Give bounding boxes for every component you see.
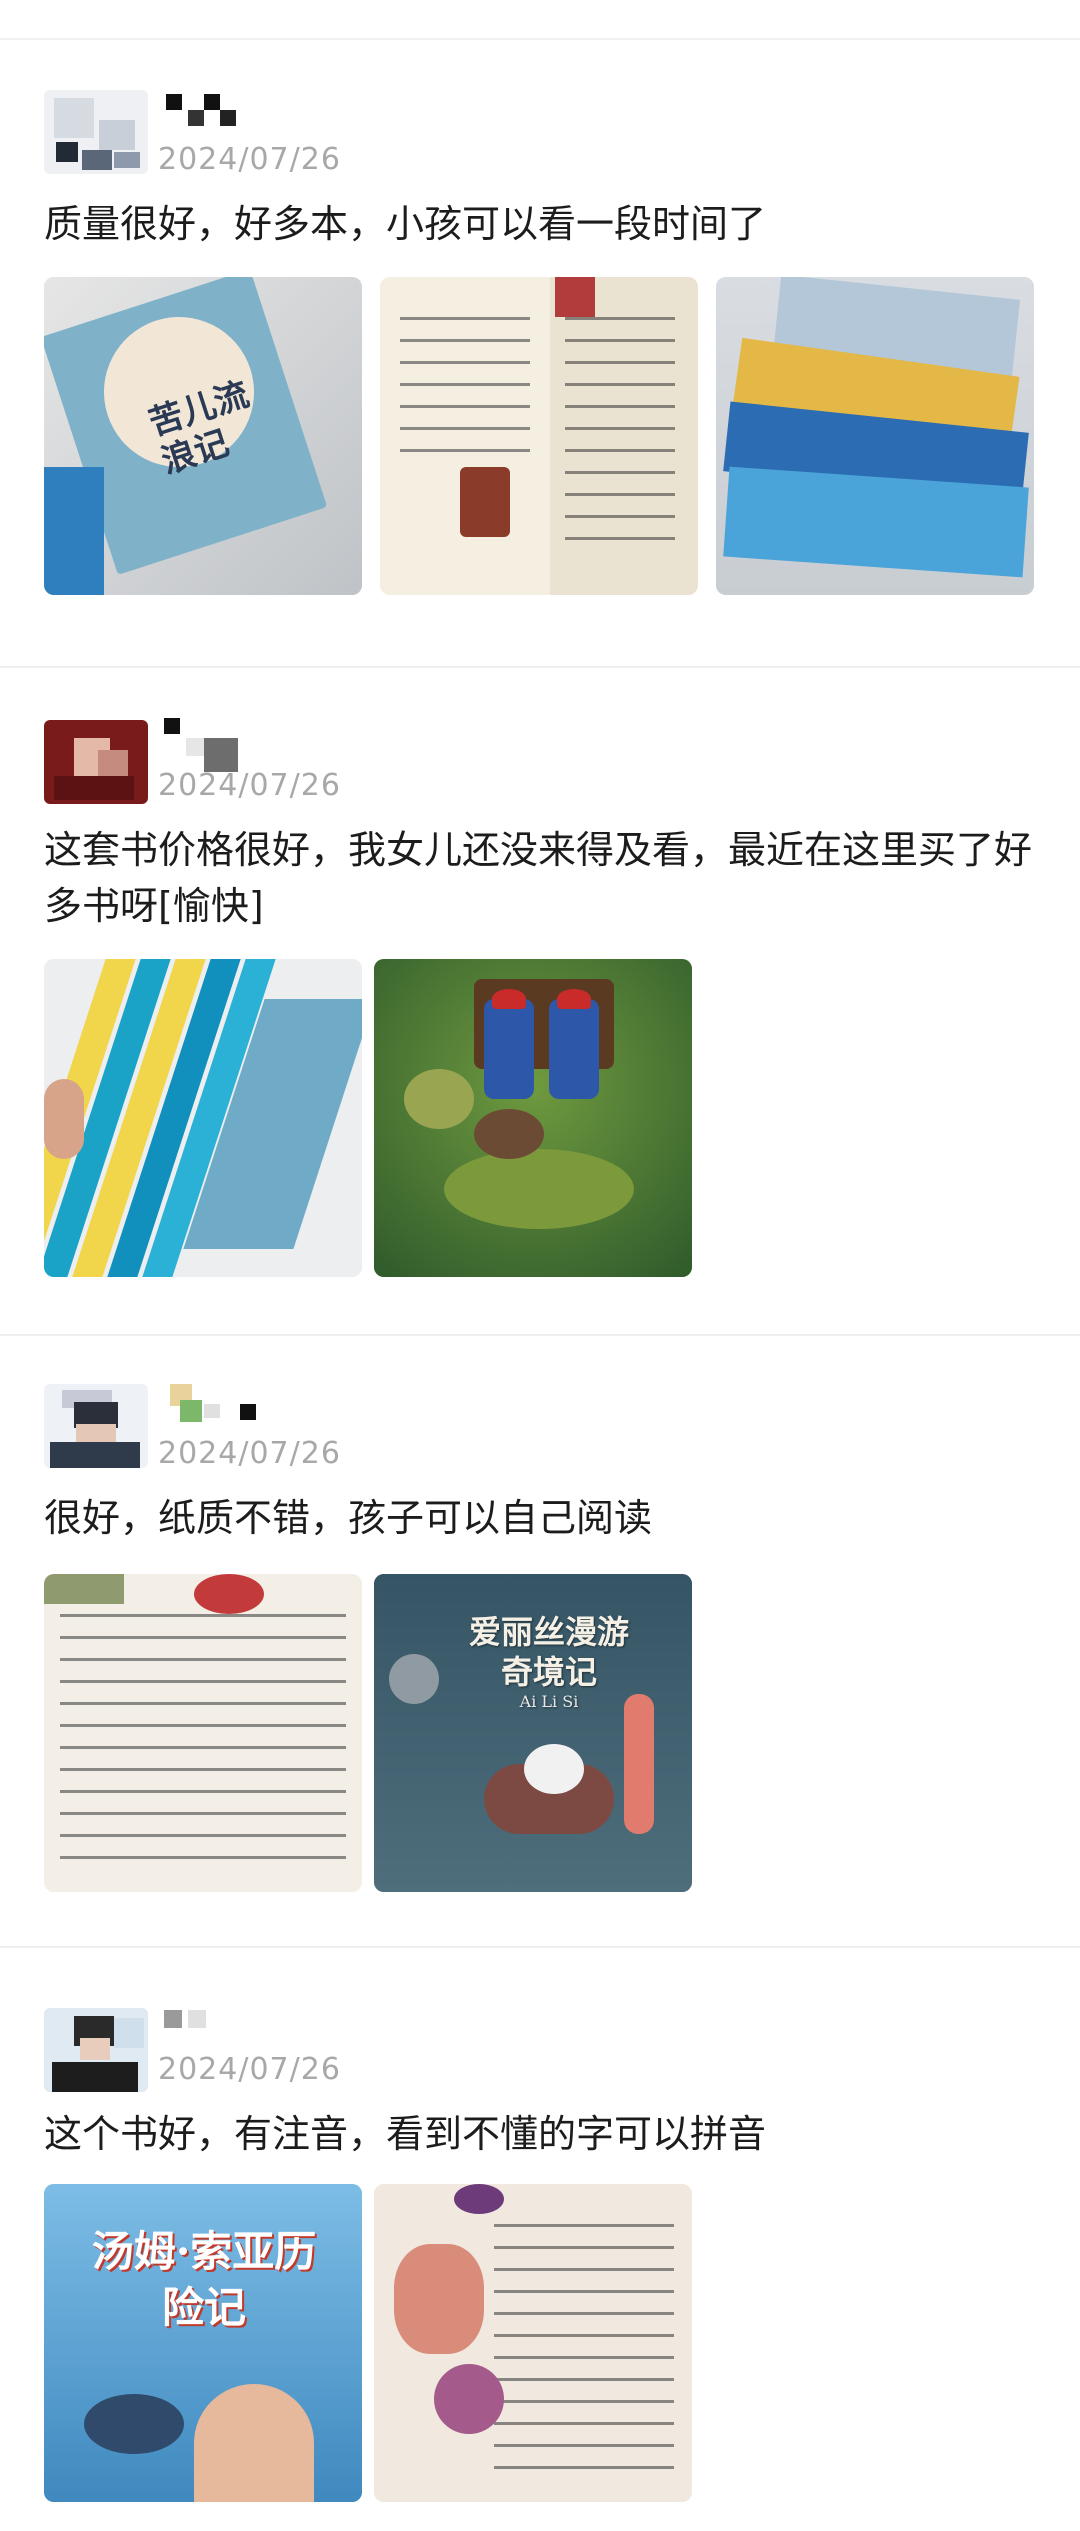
book-subtitle: Ai Li Si (519, 1692, 579, 1711)
photo-grid: 爱丽丝漫游奇境记 Ai Li Si (44, 1574, 700, 1892)
review-item: 2024/07/26 质量很好，好多本，小孩可以看一段时间了 苦儿流浪记 (0, 0, 1080, 668)
review-date: 2024/07/26 (158, 768, 341, 803)
photo-grid: 苦儿流浪记 (44, 277, 1036, 595)
book-title: 汤姆·索亚历险记 (91, 2227, 317, 2332)
avatar[interactable] (44, 1384, 148, 1468)
review-text: 这个书好，有注音，看到不懂的字可以拼音 (44, 2112, 767, 2156)
review-text: 很好，纸质不错，孩子可以自己阅读 (44, 1496, 653, 1540)
review-photo[interactable] (374, 959, 692, 1277)
avatar[interactable] (44, 720, 148, 804)
photo-grid: 汤姆·索亚历险记 (44, 2184, 700, 2502)
avatar[interactable] (44, 90, 148, 174)
username-mosaic[interactable] (160, 92, 270, 128)
review-item: 2024/07/26 很好，纸质不错，孩子可以自己阅读 爱丽丝漫游奇境记 Ai … (0, 1336, 1080, 1948)
username-mosaic[interactable] (160, 2010, 270, 2046)
review-photo[interactable]: 汤姆·索亚历险记 (44, 2184, 362, 2502)
review-photo[interactable]: 苦儿流浪记 (44, 277, 362, 595)
review-date: 2024/07/26 (158, 2052, 341, 2087)
review-photo[interactable] (374, 2184, 692, 2502)
review-item: 2024/07/26 这个书好，有注音，看到不懂的字可以拼音 汤姆·索亚历险记 (0, 1948, 1080, 2531)
review-photo[interactable] (44, 1574, 362, 1892)
review-photo[interactable] (380, 277, 698, 595)
photo-grid (44, 959, 700, 1277)
review-text: 质量很好，好多本，小孩可以看一段时间了 (44, 202, 767, 246)
review-photo[interactable] (44, 959, 362, 1277)
review-photo[interactable] (716, 277, 1034, 595)
avatar[interactable] (44, 2008, 148, 2092)
review-date: 2024/07/26 (158, 142, 341, 177)
review-item: 2024/07/26 这套书价格很好，我女儿还没来得及看，最近在这里买了好多书呀… (0, 668, 1080, 1336)
username-mosaic[interactable] (160, 718, 270, 772)
review-text: 这套书价格很好，我女儿还没来得及看，最近在这里买了好多书呀[愉快] (44, 828, 1033, 928)
username-mosaic[interactable] (160, 1384, 270, 1422)
book-title: 爱丽丝漫游奇境记 (468, 1613, 629, 1691)
review-date: 2024/07/26 (158, 1436, 341, 1471)
review-photo[interactable]: 爱丽丝漫游奇境记 Ai Li Si (374, 1574, 692, 1892)
